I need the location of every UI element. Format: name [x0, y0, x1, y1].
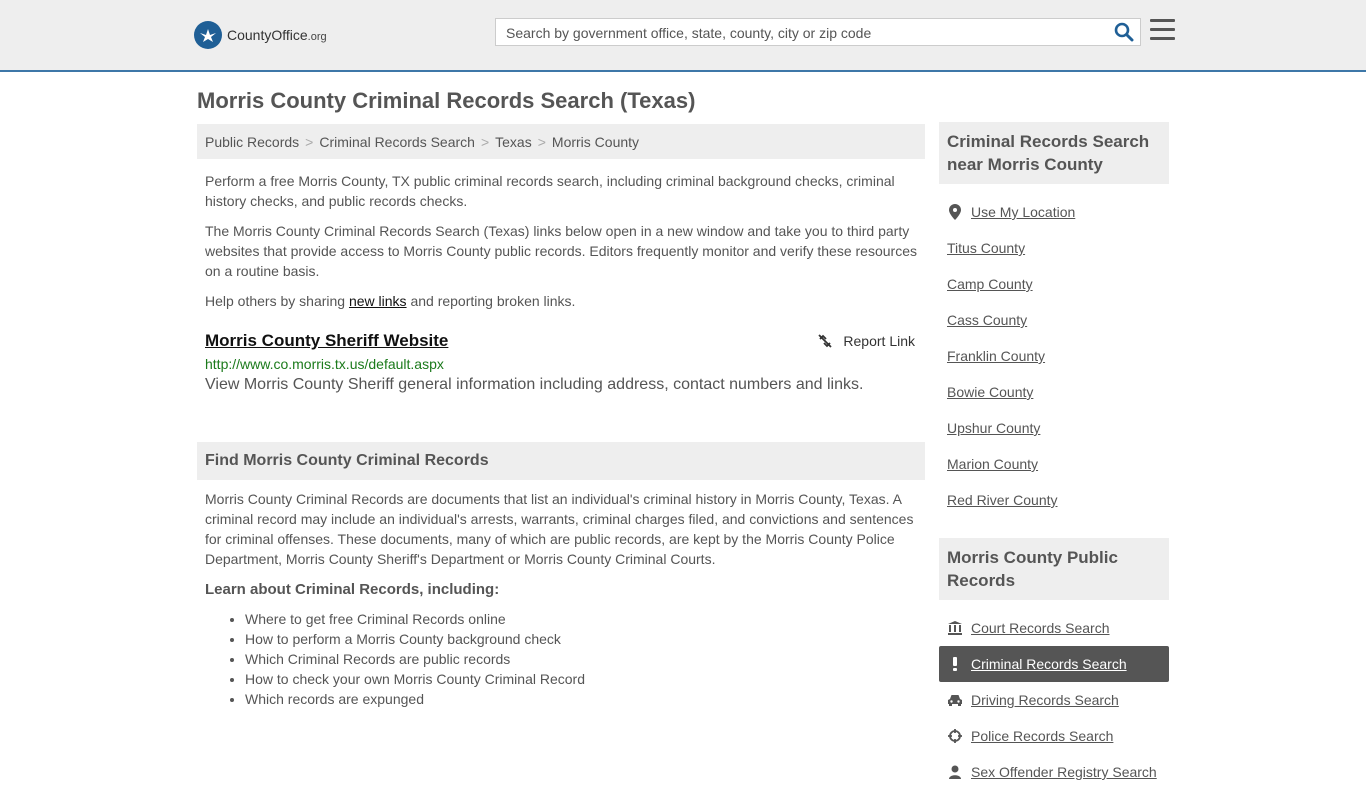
breadcrumb-criminal-records-search[interactable]: Criminal Records Search — [319, 134, 475, 150]
report-link-label: Report Link — [843, 333, 915, 349]
breadcrumb-separator: > — [537, 134, 546, 150]
user-icon — [947, 765, 963, 779]
public-records-heading: Morris County Public Records — [939, 538, 1169, 600]
breadcrumb-separator: > — [305, 134, 314, 150]
result-description: View Morris County Sheriff general infor… — [205, 376, 864, 393]
search-input[interactable] — [504, 23, 1098, 43]
find-records-paragraph: Morris County Criminal Records are docum… — [205, 491, 914, 567]
result-item: Morris County Sheriff Website Report Lin… — [205, 331, 917, 394]
find-records-heading: Find Morris County Criminal Records — [197, 442, 925, 480]
search-icon[interactable] — [1114, 22, 1134, 42]
breadcrumb-morris-county[interactable]: Morris County — [552, 134, 639, 150]
breadcrumb-texas[interactable]: Texas — [495, 134, 532, 150]
police-records-search-link[interactable]: Police Records Search — [939, 718, 1169, 754]
map-pin-icon — [947, 204, 963, 220]
sidebar: Criminal Records Search near Morris Coun… — [939, 122, 1169, 790]
car-icon — [947, 694, 963, 706]
list-item: Which records are expunged — [245, 689, 920, 709]
intro-text: Perform a free Morris County, TX public … — [205, 171, 920, 321]
list-item: Where to get free Criminal Records onlin… — [245, 609, 920, 629]
nearby-county-link[interactable]: Cass County — [939, 302, 1169, 338]
nearby-county-link[interactable]: Camp County — [939, 266, 1169, 302]
page-title: Morris County Criminal Records Search (T… — [197, 88, 696, 113]
list-item: How to perform a Morris County backgroun… — [245, 629, 920, 649]
new-links-link[interactable]: new links — [349, 293, 407, 309]
breadcrumb: Public Records > Criminal Records Search > T… — [197, 124, 925, 159]
logo-text: CountyOffice.org — [227, 27, 327, 43]
find-records-body: Morris County Criminal Records are docum… — [205, 489, 920, 709]
criminal-records-search-link[interactable]: Criminal Records Search — [939, 646, 1169, 682]
sex-offender-registry-search-link[interactable]: Sex Offender Registry Search — [939, 754, 1169, 790]
nearby-county-link[interactable]: Franklin County — [939, 338, 1169, 374]
broken-link-icon — [818, 334, 833, 348]
nearby-county-link[interactable]: Upshur County — [939, 410, 1169, 446]
learn-list: Where to get free Criminal Records onlin… — [205, 609, 920, 709]
search-box — [495, 18, 1141, 46]
nearby-list: Use My Location Titus County Camp County… — [939, 194, 1169, 518]
nearby-county-link[interactable]: Marion County — [939, 446, 1169, 482]
learn-heading: Learn about Criminal Records, including: — [205, 581, 500, 598]
logo-seal-icon — [194, 21, 222, 49]
site-logo[interactable]: CountyOffice.org — [194, 20, 327, 50]
public-records-list: Court Records Search Criminal Records Se… — [939, 610, 1169, 790]
crosshair-icon — [947, 729, 963, 743]
court-records-search-link[interactable]: Court Records Search — [939, 610, 1169, 646]
breadcrumb-separator: > — [480, 134, 490, 150]
hamburger-menu-icon[interactable] — [1150, 19, 1175, 41]
list-item: Which Criminal Records are public record… — [245, 649, 920, 669]
courthouse-icon — [947, 621, 963, 635]
exclamation-icon — [947, 657, 963, 671]
nearby-county-link[interactable]: Titus County — [939, 230, 1169, 266]
intro-paragraph-2: The Morris County Criminal Records Searc… — [205, 223, 917, 279]
intro-paragraph-3: Help others by sharing new links and rep… — [205, 293, 576, 309]
report-link-button[interactable]: Report Link — [817, 333, 915, 349]
list-item: How to check your own Morris County Crim… — [245, 669, 920, 689]
site-header: CountyOffice.org — [0, 0, 1366, 72]
intro-paragraph-1: Perform a free Morris County, TX public … — [205, 173, 895, 209]
nearby-county-link[interactable]: Red River County — [939, 482, 1169, 518]
result-url: http://www.co.morris.tx.us/default.aspx — [205, 356, 444, 372]
use-my-location-link[interactable]: Use My Location — [939, 194, 1169, 230]
driving-records-search-link[interactable]: Driving Records Search — [939, 682, 1169, 718]
nearby-heading: Criminal Records Search near Morris Coun… — [939, 122, 1169, 184]
result-title-link[interactable]: Morris County Sheriff Website — [205, 331, 448, 350]
nearby-county-link[interactable]: Bowie County — [939, 374, 1169, 410]
breadcrumb-public-records[interactable]: Public Records — [205, 134, 299, 150]
